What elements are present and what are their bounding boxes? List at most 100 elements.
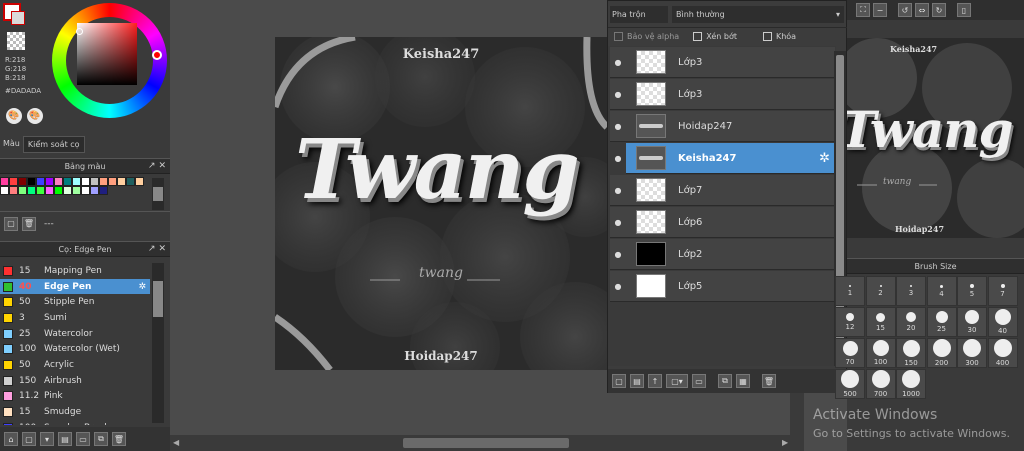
palette-scrollbar[interactable]: [152, 178, 164, 210]
canvas-h-scrollbar[interactable]: ◀ ▶: [170, 435, 800, 451]
palette-swatch[interactable]: [63, 177, 72, 186]
brush-item[interactable]: 3 Sumi: [0, 310, 150, 326]
brush-item[interactable]: 50 Stipple Pen: [0, 294, 150, 310]
palette-swatch[interactable]: [81, 177, 90, 186]
palette-swatch[interactable]: [9, 177, 18, 186]
tab-color[interactable]: Màu: [0, 136, 23, 153]
layer-item[interactable]: ● Lớp3: [610, 79, 835, 110]
tab-brush-control[interactable]: Kiểm soát cọ: [22, 136, 85, 153]
brush-item[interactable]: 15 Mapping Pen: [0, 263, 150, 279]
layer-item[interactable]: ● Lớp3: [610, 47, 835, 78]
layer-visibility-icon[interactable]: ●: [610, 282, 626, 291]
brush-size-cell[interactable]: 1: [835, 276, 865, 306]
palette-swatch[interactable]: [36, 177, 45, 186]
palette-swatch[interactable]: [54, 177, 63, 186]
blend-mode-select[interactable]: Bình thường ▾: [672, 5, 844, 23]
layer-add-menu-icon[interactable]: ▢▾: [666, 374, 688, 388]
hue-handle[interactable]: [152, 50, 162, 60]
brush-size-cell[interactable]: 30: [957, 307, 987, 337]
palette-swatch[interactable]: [27, 186, 36, 195]
layer-folder-icon[interactable]: ▭: [692, 374, 706, 388]
layer-visibility-icon[interactable]: ●: [610, 122, 626, 131]
color-swatch-group[interactable]: [3, 3, 25, 25]
palette-dropdown[interactable]: ---: [44, 219, 54, 229]
brush-settings-icon[interactable]: ✲: [138, 282, 146, 292]
lock-checkbox[interactable]: [762, 32, 772, 41]
layer-item[interactable]: ● Lớp2: [610, 239, 835, 270]
palette-swatch[interactable]: [99, 177, 108, 186]
brush-item[interactable]: 11.2 Pink: [0, 389, 150, 405]
brush-item[interactable]: 100 Watercolor (Wet): [0, 341, 150, 357]
palette-add-icon[interactable]: 🎨: [27, 108, 43, 124]
sv-handle[interactable]: [76, 28, 83, 35]
layer-duplicate-icon[interactable]: ⧉: [718, 374, 732, 388]
clipping-checkbox[interactable]: [693, 32, 703, 41]
brush-item[interactable]: 150 Airbrush: [0, 373, 150, 389]
transparent-color-icon[interactable]: [7, 32, 25, 50]
brush-item[interactable]: 25 Watercolor: [0, 326, 150, 342]
brush-size-cell[interactable]: 700: [865, 369, 896, 399]
brush-size-cell[interactable]: 500: [835, 369, 865, 399]
navigator-menu-icon[interactable]: ▯: [957, 3, 971, 17]
layer-visibility-icon[interactable]: ●: [610, 218, 626, 227]
brush-copy-icon[interactable]: ▤: [58, 432, 72, 446]
layer-delete-icon[interactable]: 🗑: [762, 374, 776, 388]
layer-up-icon[interactable]: ↑: [648, 374, 662, 388]
new-layer-copy-icon[interactable]: ▤: [630, 374, 644, 388]
delete-palette-icon[interactable]: 🗑: [22, 216, 36, 231]
canvas-v-scrollbar[interactable]: [790, 393, 804, 451]
brush-size-cell[interactable]: 15: [865, 307, 896, 337]
navigator-preview[interactable]: Keisha247 Twang twang Hoidap247: [847, 38, 1024, 238]
flip-icon[interactable]: ⇔: [915, 3, 929, 17]
palette-swatch[interactable]: [126, 177, 135, 186]
brush-size-cell[interactable]: 4: [926, 276, 957, 306]
layer-item[interactable]: ● Lớp5: [610, 271, 835, 302]
brush-delete-icon[interactable]: 🗑: [112, 432, 126, 446]
brush-size-cell[interactable]: 200: [926, 338, 957, 368]
brush-item[interactable]: 50 Acrylic: [0, 357, 150, 373]
brush-size-cell[interactable]: 70: [835, 338, 865, 368]
palette-swatch[interactable]: [72, 186, 81, 195]
brush-size-cell[interactable]: 25: [926, 307, 957, 337]
brush-size-cell[interactable]: 40: [987, 307, 1018, 337]
brush-size-cell[interactable]: 300: [957, 338, 987, 368]
layer-item[interactable]: ● Keisha247 ✲: [610, 142, 835, 174]
brush-add-icon[interactable]: ▾: [40, 432, 54, 446]
layer-visibility-icon[interactable]: ●: [610, 58, 626, 67]
zoom-fit-icon[interactable]: ⛶: [856, 3, 870, 17]
palette-icon[interactable]: 🎨: [6, 108, 22, 124]
brush-item[interactable]: 40 Edge Pen ✲: [0, 278, 150, 295]
scroll-left-icon[interactable]: ◀: [173, 438, 179, 447]
layer-item[interactable]: ● Lớp7: [610, 175, 835, 206]
layer-visibility-icon[interactable]: ●: [610, 186, 626, 195]
layer-visibility-icon[interactable]: ●: [610, 250, 626, 259]
brush-size-cell[interactable]: 12: [835, 307, 865, 337]
palette-swatch[interactable]: [54, 186, 63, 195]
brush-size-cell[interactable]: 150: [896, 338, 926, 368]
zoom-out-icon[interactable]: −: [873, 3, 887, 17]
brush-new-icon[interactable]: ▢: [22, 432, 36, 446]
palette-swatch[interactable]: [99, 186, 108, 195]
palette-swatch[interactable]: [72, 177, 81, 186]
brush-size-cell[interactable]: 3: [896, 276, 926, 306]
palette-panel-controls-icon[interactable]: ↗ ✕: [148, 161, 166, 171]
saturation-value-square[interactable]: [77, 23, 137, 85]
brush-duplicate-icon[interactable]: ⧉: [94, 432, 108, 446]
layer-merge-icon[interactable]: ▦: [736, 374, 750, 388]
palette-swatch[interactable]: [90, 186, 99, 195]
palette-swatch[interactable]: [18, 186, 27, 195]
palette-swatch[interactable]: [90, 177, 99, 186]
brush-size-cell[interactable]: 20: [896, 307, 926, 337]
palette-swatch[interactable]: [9, 186, 18, 195]
brush-item[interactable]: 100Smudge Brush: [0, 420, 150, 425]
brush-panel-controls-icon[interactable]: ↗ ✕: [148, 244, 166, 254]
canvas-h-scroll-thumb[interactable]: [403, 438, 569, 448]
palette-swatch[interactable]: [0, 186, 9, 195]
palette-swatch[interactable]: [0, 177, 9, 186]
layer-item[interactable]: ● Lớp6: [610, 207, 835, 238]
background-color-swatch[interactable]: [11, 11, 25, 25]
palette-swatch[interactable]: [36, 186, 45, 195]
layer-visibility-icon[interactable]: ●: [610, 90, 626, 99]
brush-size-cell[interactable]: 7: [987, 276, 1018, 306]
brush-home-icon[interactable]: ⌂: [4, 432, 18, 446]
